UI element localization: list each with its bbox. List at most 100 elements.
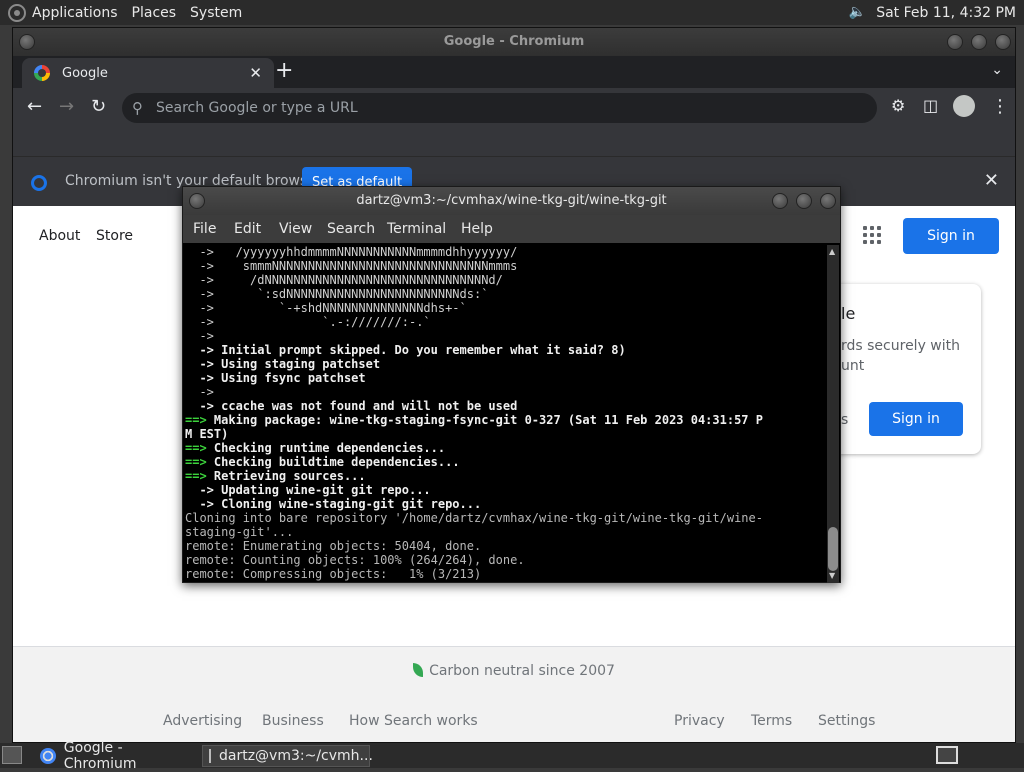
terminal-prompt-arrow: ==>	[185, 413, 207, 427]
menu-places[interactable]: Places	[132, 5, 177, 21]
terminal-line: -> Updating wine-git git repo...	[185, 483, 431, 497]
infobar-close-icon[interactable]: ✕	[984, 170, 999, 191]
forward-arrow-icon[interactable]: →	[59, 96, 74, 117]
close-window-button[interactable]	[995, 34, 1011, 50]
terminal-line: -> /dNNNNNNNNNNNNNNNNNNNNNNNNNNNNNNNd/	[185, 273, 503, 287]
terminal-menu-edit[interactable]: Edit	[234, 221, 261, 237]
terminal-minimize-button[interactable]	[772, 193, 788, 209]
new-tab-button[interactable]: +	[275, 58, 293, 83]
privacy-link[interactable]: Privacy	[674, 713, 725, 729]
panel-clock[interactable]: Sat Feb 11, 4:32 PM	[876, 5, 1016, 21]
kebab-menu-icon[interactable]: ⋮	[991, 96, 1009, 117]
scroll-down-arrow-icon[interactable]: ▼	[829, 571, 835, 580]
terminal-window-title: dartz@vm3:~/cvmhax/wine-tkg-git/wine-tkg…	[356, 193, 667, 208]
advertising-link[interactable]: Advertising	[163, 713, 242, 729]
card-partial-text: s	[841, 412, 849, 428]
terminal-menu-help[interactable]: Help	[461, 221, 493, 237]
tab-close-icon[interactable]: ✕	[249, 64, 262, 82]
tab-search-chevron-icon[interactable]: ⌄	[991, 62, 1003, 78]
chromium-titlebar[interactable]: Google - Chromium	[13, 28, 1015, 56]
terminal-maximize-button[interactable]	[796, 193, 812, 209]
terminal-line: remote: Compressing objects: 1% (3/213)	[185, 567, 482, 581]
terminal-line: ==> Checking runtime dependencies...	[185, 441, 825, 455]
sign-in-promo-card: le rds securely with unt s Sign in	[823, 284, 981, 454]
terminal-line: -> ccache was not found and will not be …	[185, 399, 518, 413]
terminal-task-icon	[209, 749, 211, 763]
terminal-line-text: Checking runtime dependencies...	[206, 441, 446, 455]
task-chromium-label: Google - Chromium	[63, 740, 137, 772]
task-terminal[interactable]: dartz@vm3:~/cvmh...	[202, 745, 373, 767]
volume-icon[interactable]: 🔈	[846, 4, 868, 22]
window-menu-button[interactable]	[19, 34, 35, 50]
terminal-line: staging-git'...	[185, 525, 294, 539]
card-title: le	[841, 304, 856, 323]
terminal-scrollbar[interactable]: ▲ ▼	[827, 245, 839, 583]
back-arrow-icon[interactable]: ←	[27, 96, 42, 117]
terminal-menu-search[interactable]: Search	[327, 221, 375, 237]
bottom-panel: Google - Chromium dartz@vm3:~/cvmh...	[0, 740, 1024, 772]
business-link[interactable]: Business	[262, 713, 324, 729]
scroll-up-arrow-icon[interactable]: ▲	[829, 247, 835, 256]
show-desktop-icon[interactable]	[2, 746, 22, 764]
card-sign-in-button[interactable]: Sign in	[869, 402, 963, 436]
scrollbar-thumb[interactable]	[828, 527, 838, 571]
menu-system[interactable]: System	[190, 5, 242, 21]
omnibox[interactable]: ⚲ Search Google or type a URL	[122, 93, 877, 123]
terminal-line: -> `.-:///////:-.`	[185, 315, 431, 329]
minimize-button[interactable]	[947, 34, 963, 50]
terminal-line: -> Using fsync patchset	[185, 371, 366, 385]
terminal-menu-terminal[interactable]: Terminal	[387, 221, 446, 237]
terminal-window-menu-button[interactable]	[189, 193, 205, 209]
search-icon: ⚲	[132, 99, 143, 117]
terminal-line: -> /yyyyyyhhdmmmmNNNNNNNNNNNmmmmdhhyyyyy…	[185, 245, 518, 259]
distro-logo-icon[interactable]	[8, 3, 26, 22]
about-link[interactable]: About	[39, 228, 80, 244]
how-search-works-link[interactable]: How Search works	[349, 713, 478, 729]
store-link[interactable]: Store	[96, 228, 133, 244]
task-terminal-label: dartz@vm3:~/cvmh...	[219, 748, 373, 764]
profile-avatar-icon[interactable]	[953, 95, 975, 117]
side-panel-icon[interactable]: ◫	[923, 96, 938, 115]
terminal-line: ==> Making package: wine-tkg-staging-fsy…	[185, 413, 825, 427]
terminal-line: -> Cloning wine-staging-git git repo...	[185, 497, 482, 511]
carbon-neutral-notice[interactable]: Carbon neutral since 2007	[13, 663, 1015, 679]
terminal-menu-view[interactable]: View	[279, 221, 312, 237]
terminal-line: ==> Retrieving sources...	[185, 469, 825, 483]
terms-link[interactable]: Terms	[751, 713, 792, 729]
task-chromium[interactable]: Google - Chromium	[34, 740, 198, 772]
leaf-icon	[413, 663, 424, 677]
terminal-line-text: Making package: wine-tkg-staging-fsync-g…	[206, 413, 763, 427]
terminal-output[interactable]: -> /yyyyyyhhdmmmmNNNNNNNNNNNmmmmdhhyyyyy…	[185, 245, 825, 581]
extensions-puzzle-icon[interactable]: ⚙	[891, 96, 905, 115]
terminal-menu-file[interactable]: File	[193, 221, 216, 237]
chromium-task-icon	[40, 748, 56, 764]
browser-toolbar: ← → ↻ ⚲ Search Google or type a URL ⚙ ◫ …	[13, 88, 1015, 128]
menu-applications[interactable]: Applications	[32, 5, 118, 21]
carbon-text: Carbon neutral since 2007	[429, 663, 615, 679]
google-favicon-icon	[34, 65, 50, 81]
tab-google[interactable]: Google ✕	[22, 58, 274, 88]
workspace-switcher[interactable]	[936, 746, 958, 764]
tab-strip: Google ✕ + ⌄	[13, 56, 1015, 88]
reload-icon[interactable]: ↻	[91, 96, 106, 117]
terminal-line: -> `-+shdNNNNNNNNNNNNNNdhs+-`	[185, 301, 467, 315]
terminal-line-text: Checking buildtime dependencies...	[206, 455, 460, 469]
terminal-menubar: File Edit View Search Terminal Help	[183, 215, 840, 243]
top-panel: Applications Places System 🔈 Sat Feb 11,…	[0, 0, 1024, 25]
terminal-line: ->	[185, 329, 214, 343]
card-text: rds securely with unt	[841, 338, 961, 374]
terminal-line: -> `:sdNNNNNNNNNNNNNNNNNNNNNNNNds:`	[185, 287, 489, 301]
omnibox-placeholder: Search Google or type a URL	[156, 100, 358, 116]
terminal-line: remote: Counting objects: 100% (264/264)…	[185, 553, 525, 567]
terminal-titlebar[interactable]: dartz@vm3:~/cvmhax/wine-tkg-git/wine-tkg…	[183, 187, 840, 215]
terminal-close-button[interactable]	[820, 193, 836, 209]
chromium-window-title: Google - Chromium	[443, 34, 585, 49]
tab-title: Google	[62, 65, 108, 81]
terminal-line: ->	[185, 385, 214, 399]
terminal-line: -> smmmNNNNNNNNNNNNNNNNNNNNNNNNNNNNNNmmm…	[185, 259, 518, 273]
page-footer: Carbon neutral since 2007 Advertising Bu…	[13, 646, 1015, 742]
apps-grid-icon[interactable]	[863, 226, 881, 244]
settings-link[interactable]: Settings	[818, 713, 875, 729]
maximize-button[interactable]	[971, 34, 987, 50]
sign-in-button[interactable]: Sign in	[903, 218, 999, 254]
